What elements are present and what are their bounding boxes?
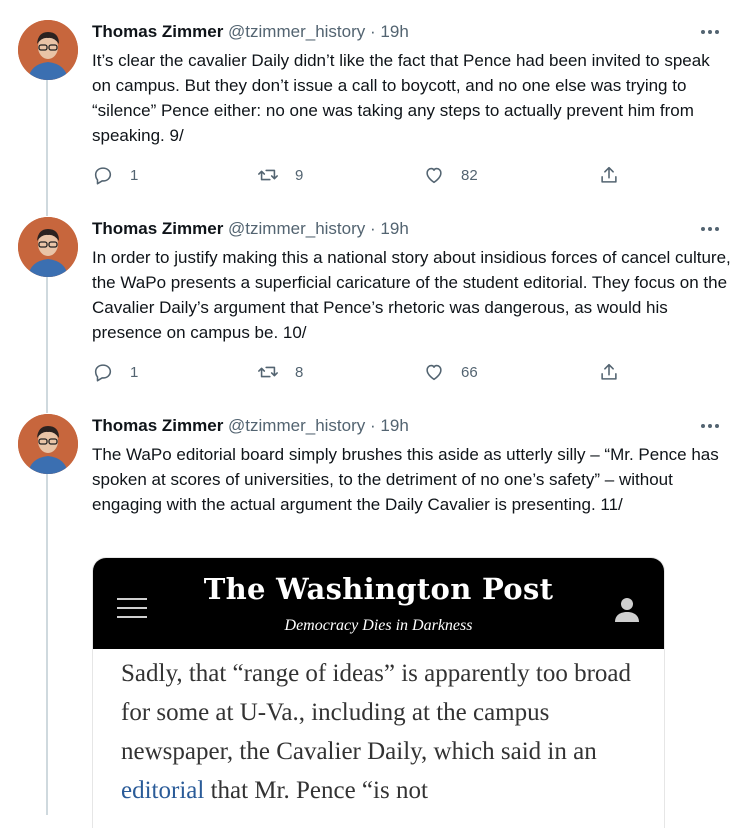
retweet-icon — [258, 169, 278, 181]
author-handle[interactable]: @tzimmer_history — [228, 219, 365, 238]
share-button[interactable] — [598, 360, 620, 384]
author-name[interactable]: Thomas Zimmer — [92, 416, 223, 435]
article-text: Sadly, that “range of ideas” is apparent… — [121, 660, 632, 765]
masthead-tagline: Democracy Dies in Darkness — [284, 617, 473, 634]
like-count: 66 — [461, 363, 478, 381]
tweet-text: In order to justify making this a nation… — [92, 248, 731, 342]
like-count: 82 — [461, 166, 478, 184]
masthead-logo: The Washington Post — [203, 572, 554, 606]
share-button[interactable] — [598, 163, 620, 187]
masthead-bar: The Washington Post Democracy Dies in Da… — [93, 558, 664, 649]
retweet-icon — [258, 366, 278, 378]
reply-icon — [94, 364, 112, 382]
avatar[interactable] — [18, 414, 78, 474]
more-icon[interactable] — [698, 414, 722, 438]
tweet-header: Thomas Zimmer @tzimmer_history · 19h — [92, 414, 409, 438]
share-icon — [601, 166, 617, 183]
avatar[interactable] — [18, 217, 78, 277]
tweet-text: It’s clear the cavalier Daily didn’t lik… — [92, 51, 710, 145]
reply-icon — [94, 167, 112, 185]
tweet-timestamp[interactable]: 19h — [380, 219, 408, 238]
reply-count: 1 — [130, 363, 139, 381]
like-button[interactable]: 66 — [423, 360, 478, 384]
header-separator: · — [370, 416, 376, 435]
article-excerpt: Sadly, that “range of ideas” is apparent… — [121, 654, 641, 810]
avatar[interactable] — [18, 20, 78, 80]
article-link: editorial — [121, 777, 205, 804]
retweet-count: 9 — [295, 166, 304, 184]
author-handle[interactable]: @tzimmer_history — [228, 416, 365, 435]
attached-image[interactable]: The Washington Post Democracy Dies in Da… — [92, 557, 665, 828]
tweet-timestamp[interactable]: 19h — [380, 22, 408, 41]
reply-count: 1 — [130, 166, 139, 184]
retweet-button[interactable]: 8 — [257, 360, 303, 384]
heart-icon — [426, 364, 442, 381]
author-name[interactable]: Thomas Zimmer — [92, 219, 223, 238]
tweet[interactable]: Thomas Zimmer @tzimmer_history · 19h In … — [0, 217, 750, 397]
heart-icon — [426, 167, 442, 184]
retweet-button[interactable]: 9 — [257, 163, 303, 187]
like-button[interactable]: 82 — [423, 163, 478, 187]
header-separator: · — [370, 219, 376, 238]
retweet-count: 8 — [295, 363, 304, 381]
more-icon[interactable] — [698, 20, 722, 44]
share-icon — [601, 363, 617, 380]
author-handle[interactable]: @tzimmer_history — [228, 22, 365, 41]
tweet-actions: 1 9 82 — [92, 163, 652, 187]
author-name[interactable]: Thomas Zimmer — [92, 22, 223, 41]
tweet[interactable]: Thomas Zimmer @tzimmer_history · 19h It’… — [0, 20, 750, 200]
more-icon[interactable] — [698, 217, 722, 241]
tweet-header: Thomas Zimmer @tzimmer_history · 19h — [92, 217, 409, 241]
tweet-header: Thomas Zimmer @tzimmer_history · 19h — [92, 20, 409, 44]
user-account-icon — [612, 594, 642, 624]
tweet-text: The WaPo editorial board simply brushes … — [92, 445, 719, 514]
article-text: that Mr. Pence “is not — [204, 777, 428, 804]
tweet-timestamp[interactable]: 19h — [380, 416, 408, 435]
tweet-actions: 1 8 66 — [92, 360, 652, 384]
header-separator: · — [370, 22, 376, 41]
reply-button[interactable]: 1 — [92, 163, 138, 187]
reply-button[interactable]: 1 — [92, 360, 138, 384]
